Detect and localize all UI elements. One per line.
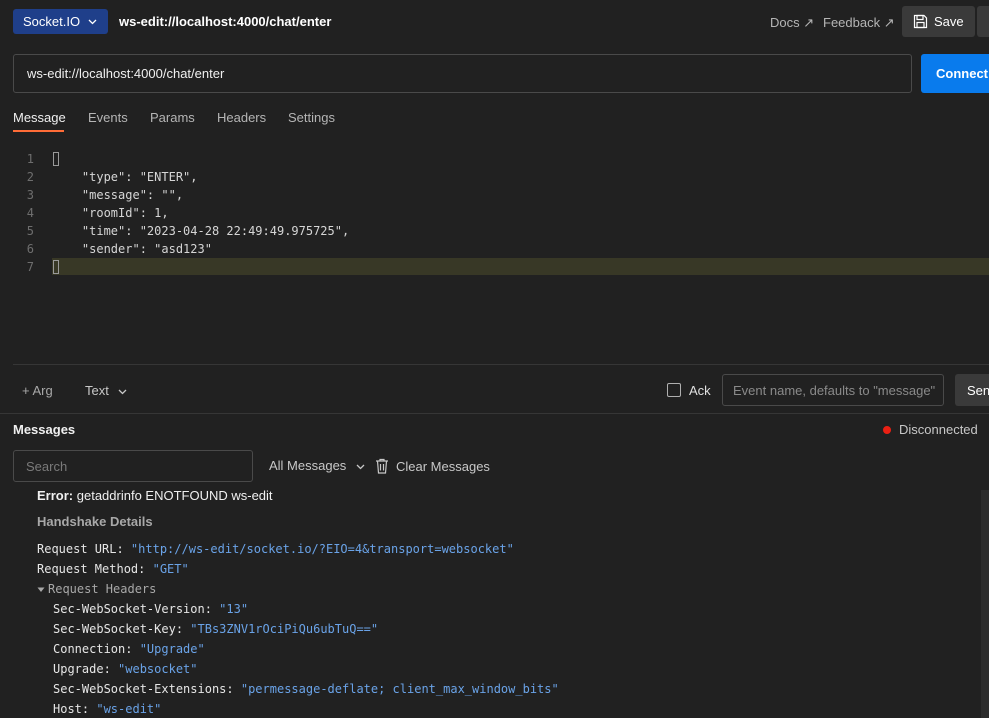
request-method-row: Request Method: "GET" (37, 562, 189, 576)
kv-value: "GET" (152, 562, 189, 576)
save-options-button[interactable] (977, 6, 989, 37)
kv-value: "Upgrade" (139, 642, 205, 656)
error-prefix: Error: (37, 488, 74, 503)
kv-value: "ws-edit" (96, 702, 162, 716)
active-tab-indicator (13, 130, 64, 132)
messages-scrollbar[interactable] (981, 490, 989, 718)
messages-search-input[interactable] (13, 450, 253, 482)
line-number: 7 (26, 260, 34, 274)
header-row: Host: "ws-edit" (53, 702, 161, 716)
format-label: Text (85, 383, 109, 398)
kv-key: Request Method: (37, 562, 153, 576)
line-number: 5 (26, 224, 34, 238)
protocol-dropdown[interactable]: Socket.IO (13, 9, 108, 34)
header-row: Sec-WebSocket-Version: "13" (53, 602, 248, 616)
feedback-link[interactable]: Feedback ↗ (823, 15, 895, 31)
tab-message[interactable]: Message (13, 110, 66, 125)
request-url-row: Request URL: "http://ws-edit/socket.io/?… (37, 542, 514, 556)
request-headers-label: Request Headers (48, 582, 157, 596)
code-line: "time": "2023-04-28 22:49:49.975725", (53, 224, 350, 238)
handshake-title: Handshake Details (37, 514, 153, 529)
header-row: Upgrade: "websocket" (53, 662, 198, 676)
send-button[interactable]: Send (955, 374, 989, 406)
chevron-down-icon (88, 19, 97, 24)
line-number: 3 (26, 188, 34, 202)
messages-divider (0, 413, 989, 414)
close-brace-marker (53, 260, 59, 274)
request-title[interactable]: ws-edit://localhost:4000/chat/enter (119, 14, 331, 29)
tab-headers[interactable]: Headers (217, 110, 266, 125)
chevron-down-icon (119, 389, 127, 395)
code-line: "roomId": 1, (53, 206, 169, 220)
event-name-input[interactable] (722, 374, 944, 406)
filter-label: All Messages (269, 458, 347, 473)
kv-key: Upgrade: (53, 662, 119, 676)
line-number: 6 (26, 242, 34, 256)
protocol-label: Socket.IO (23, 14, 81, 29)
ack-checkbox[interactable] (667, 383, 681, 397)
header-row: Sec-WebSocket-Key: "TBs3ZNV1rOciPiQu6ubT… (53, 622, 378, 636)
save-icon (913, 14, 928, 29)
error-text: getaddrinfo ENOTFOUND ws-edit (76, 488, 273, 503)
editor-divider (13, 364, 989, 365)
docs-link[interactable]: Docs ↗ (770, 15, 814, 31)
code-line: "type": "ENTER", (53, 170, 198, 184)
line-number: 4 (26, 206, 34, 220)
trash-icon (376, 458, 388, 474)
format-dropdown[interactable]: Text (85, 383, 127, 398)
tab-events[interactable]: Events (88, 110, 128, 125)
url-value: ws-edit://localhost:4000/chat/enter (27, 66, 225, 81)
code-line: "sender": "asd123" (53, 242, 212, 256)
url-input[interactable]: ws-edit://localhost:4000/chat/enter (13, 54, 912, 93)
kv-key: Sec-WebSocket-Key: (53, 622, 191, 636)
line-number: 2 (26, 170, 34, 184)
code-line: "message": "", (53, 188, 184, 202)
add-arg-button[interactable]: + Arg (22, 383, 53, 398)
current-line-highlight (52, 258, 989, 275)
connect-button[interactable]: Connect (921, 54, 989, 93)
messages-title: Messages (13, 422, 76, 437)
ack-label: Ack (689, 383, 711, 398)
tab-settings[interactable]: Settings (288, 110, 335, 125)
kv-key: Connection: (53, 642, 140, 656)
kv-value: "13" (219, 602, 249, 616)
request-headers-toggle[interactable]: Request Headers (37, 582, 156, 596)
caret-down-icon (37, 587, 45, 592)
open-brace-marker (53, 152, 59, 166)
kv-value: "websocket" (118, 662, 198, 676)
chevron-down-icon (356, 464, 365, 470)
kv-value: "TBs3ZNV1rOciPiQu6ubTuQ==" (190, 622, 379, 636)
line-number: 1 (26, 152, 34, 166)
status-dot (883, 426, 891, 434)
error-message: Error: getaddrinfo ENOTFOUND ws-edit (37, 488, 273, 503)
kv-value: "permessage-deflate; client_max_window_b… (240, 682, 559, 696)
kv-key: Request URL: (37, 542, 131, 556)
tab-params[interactable]: Params (150, 110, 195, 125)
clear-messages-label: Clear Messages (396, 458, 490, 474)
header-row: Connection: "Upgrade" (53, 642, 205, 656)
connection-status: Disconnected (899, 422, 978, 437)
clear-messages-button[interactable]: Clear Messages (375, 458, 490, 474)
kv-key: Sec-WebSocket-Version: (53, 602, 220, 616)
header-row: Sec-WebSocket-Extensions: "permessage-de… (53, 682, 559, 696)
kv-value: "http://ws-edit/socket.io/?EIO=4&transpo… (130, 542, 514, 556)
kv-key: Sec-WebSocket-Extensions: (53, 682, 241, 696)
save-button[interactable]: Save (902, 6, 975, 37)
kv-key: Host: (53, 702, 97, 716)
messages-filter-dropdown[interactable]: All Messages (269, 458, 365, 473)
save-label: Save (934, 14, 964, 29)
